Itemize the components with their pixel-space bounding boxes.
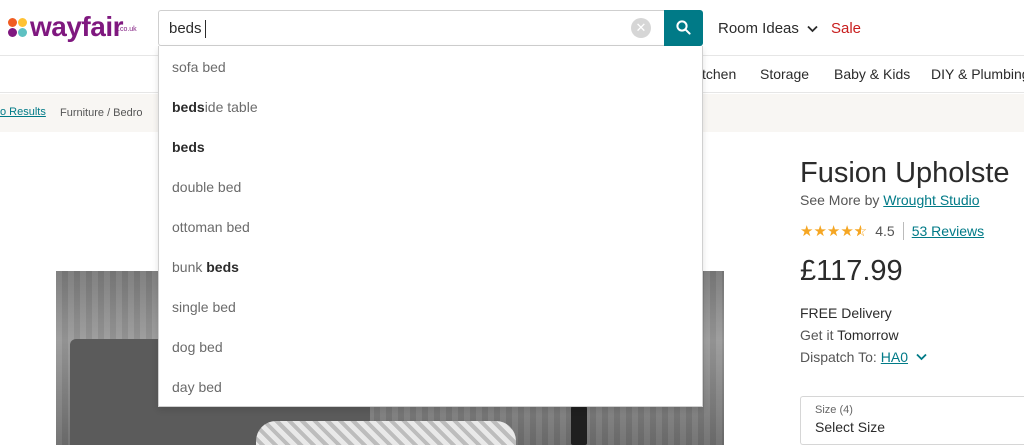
size-label: Size (4): [815, 404, 853, 416]
delivery-info: FREE Delivery: [800, 305, 892, 321]
suggestion-item[interactable]: single bed: [172, 299, 236, 319]
delivery-eta: Get it Tomorrow: [800, 327, 899, 343]
suggestion-item[interactable]: sofa bed: [172, 59, 226, 79]
suggestion-item[interactable]: bunk beds: [172, 259, 239, 279]
search-icon: [676, 20, 691, 35]
logo-text: wayfair: [30, 11, 124, 42]
suggestion-item[interactable]: double bed: [172, 179, 241, 199]
category-kitchen[interactable]: tchen: [702, 66, 736, 82]
category-diy-plumbing[interactable]: DIY & Plumbing: [931, 66, 1024, 82]
postcode-link[interactable]: HA0: [881, 349, 908, 365]
chevron-down-icon[interactable]: [916, 353, 927, 361]
dispatch-prefix: Dispatch To:: [800, 349, 877, 365]
nav-sale[interactable]: Sale: [831, 20, 861, 37]
star-rating-icon: ★★★★☆★: [800, 223, 868, 240]
logo-mark-icon: [8, 18, 28, 38]
get-it-prefix: Get it: [800, 327, 834, 343]
see-more-by: See More by Wrought Studio: [800, 192, 980, 208]
suggestion-item[interactable]: bedside table: [172, 99, 258, 119]
suggestion-item[interactable]: day bed: [172, 379, 222, 399]
search-input[interactable]: [169, 15, 629, 41]
dispatch-to: Dispatch To: HA0: [800, 349, 927, 365]
category-storage[interactable]: Storage: [760, 66, 809, 82]
suggestion-item[interactable]: ottoman bed: [172, 219, 250, 239]
see-more-prefix: See More by: [800, 192, 880, 208]
size-value: Select Size: [815, 419, 886, 435]
reviews-link[interactable]: 53 Reviews: [912, 223, 984, 239]
size-select[interactable]: Size (4) Select Size: [800, 396, 1024, 445]
nav-room-ideas[interactable]: Room Ideas: [718, 20, 818, 37]
search-suggestions-dropdown: sofa bed bedside table beds double bed o…: [158, 46, 703, 407]
category-baby-kids[interactable]: Baby & Kids: [834, 66, 910, 82]
wayfair-logo[interactable]: wayfair: [8, 11, 124, 42]
search-button[interactable]: [664, 10, 703, 46]
breadcrumb[interactable]: Furniture / Bedro: [60, 107, 143, 119]
rating-value: 4.5: [875, 223, 895, 239]
clear-icon[interactable]: ✕: [631, 18, 651, 38]
product-title: Fusion Upholste: [800, 157, 1010, 189]
product-price: £117.99: [800, 255, 903, 287]
text-caret: [205, 20, 206, 38]
get-it-when: Tomorrow: [837, 327, 899, 343]
suggestion-item[interactable]: dog bed: [172, 339, 223, 359]
product-rating: ★★★★☆★ 4.5 53 Reviews: [800, 222, 984, 240]
brand-link[interactable]: Wrought Studio: [883, 192, 979, 208]
logo-domain: .co.uk: [118, 26, 137, 33]
back-to-results-link[interactable]: o Results: [0, 106, 46, 118]
search-box[interactable]: ✕: [158, 10, 664, 46]
nav-room-ideas-label: Room Ideas: [718, 20, 799, 37]
chevron-down-icon: [807, 25, 818, 32]
suggestion-item[interactable]: beds: [172, 139, 205, 159]
